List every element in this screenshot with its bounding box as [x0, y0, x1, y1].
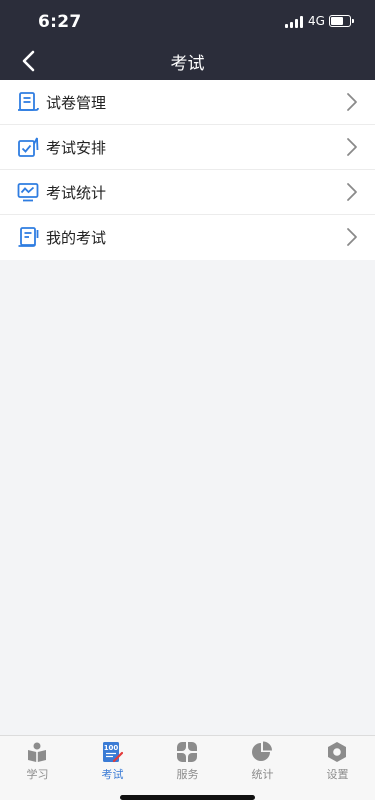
home-indicator	[120, 795, 255, 800]
my-exam-icon	[18, 227, 39, 247]
chevron-right-icon	[347, 93, 357, 111]
menu-item-exam-schedule[interactable]: 考试安排	[0, 125, 375, 170]
paper-list-icon	[18, 92, 39, 111]
tab-label: 设置	[326, 768, 349, 781]
tab-label: 服务	[176, 768, 199, 781]
schedule-check-icon	[18, 137, 39, 157]
network-type: 4G	[308, 14, 325, 28]
menu-item-label: 考试统计	[46, 184, 107, 202]
menu-item-my-exams[interactable]: 我的考试	[0, 215, 375, 260]
bottom-tab-bar: 学习 100 考试 服务 统计 设置	[0, 735, 375, 800]
menu-item-label: 我的考试	[46, 229, 107, 247]
exam-badge-text: 100	[104, 744, 119, 752]
tab-settings[interactable]: 设置	[300, 736, 375, 786]
chevron-right-icon	[347, 138, 357, 156]
app-header: 6:27 4G 考试	[0, 0, 375, 80]
tab-statistics[interactable]: 统计	[225, 736, 300, 786]
tab-label: 学习	[26, 768, 49, 781]
menu-item-label: 试卷管理	[46, 94, 107, 112]
tab-service[interactable]: 服务	[150, 736, 225, 786]
tab-label: 考试	[101, 768, 124, 781]
exam-menu-list: 试卷管理 考试安排 考试统计 我的考试	[0, 80, 375, 260]
menu-item-label: 考试安排	[46, 139, 107, 157]
study-reader-icon	[28, 742, 46, 762]
status-time: 6:27	[38, 12, 82, 32]
tab-exam[interactable]: 100 考试	[75, 736, 150, 786]
battery-level	[331, 17, 343, 25]
exam-100-icon: 100	[103, 742, 123, 763]
monitor-chart-icon	[17, 183, 39, 202]
menu-item-exam-statistics[interactable]: 考试统计	[0, 170, 375, 215]
service-grid-icon	[177, 742, 197, 762]
menu-item-paper-management[interactable]: 试卷管理	[0, 80, 375, 125]
status-bar: 6:27 4G	[0, 0, 375, 44]
chevron-right-icon	[347, 228, 357, 246]
settings-hex-icon	[328, 742, 346, 762]
tab-label: 统计	[251, 768, 274, 781]
page-title: 考试	[170, 54, 205, 74]
chevron-right-icon	[347, 183, 357, 201]
battery-icon	[329, 15, 354, 27]
signal-strength-icon	[285, 16, 303, 28]
pie-chart-icon	[252, 741, 272, 761]
tab-study[interactable]: 学习	[0, 736, 75, 786]
